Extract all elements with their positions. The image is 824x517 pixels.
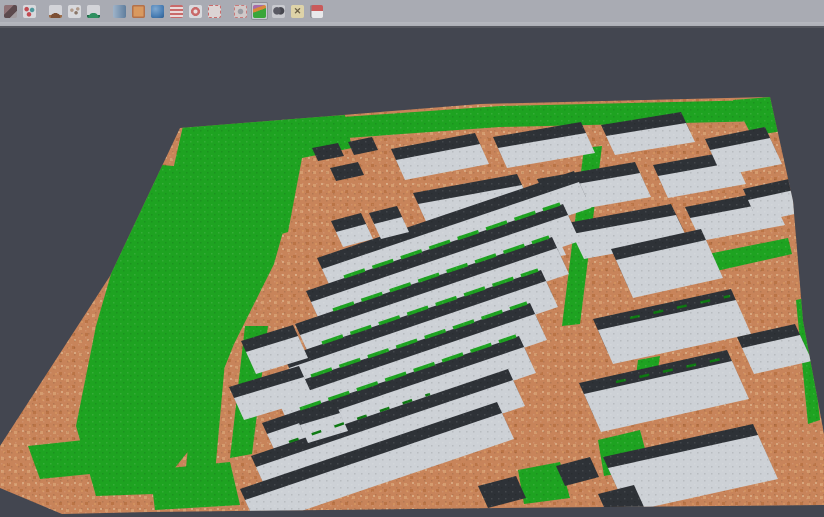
dem-brown-icon	[49, 5, 62, 18]
cameras-icon	[272, 5, 285, 18]
point-cloud-icon[interactable]	[2, 2, 19, 20]
selection-brackets-icon[interactable]	[206, 2, 223, 20]
toolbar-separator	[40, 2, 45, 20]
toolbar-separator	[104, 2, 109, 20]
markers-icon[interactable]	[21, 2, 38, 20]
classified-view-icon	[253, 5, 266, 18]
grain-overlay	[0, 28, 824, 517]
texture-square-icon[interactable]	[130, 2, 147, 20]
red-layers-icon[interactable]	[168, 2, 185, 20]
target-circle-icon[interactable]	[187, 2, 204, 20]
markers-icon	[23, 5, 36, 18]
toolbar: ✕	[0, 0, 824, 22]
terrain-model	[0, 28, 824, 517]
selection-brackets-icon	[208, 5, 221, 18]
texture-square-icon	[132, 5, 145, 18]
region-box-icon	[234, 5, 247, 18]
sparse-cloud-icon[interactable]	[66, 2, 83, 20]
red-layers-icon	[170, 5, 183, 18]
sparse-cloud-icon	[68, 5, 81, 18]
prism-model-icon[interactable]	[111, 2, 128, 20]
disabled-markers-icon: ✕	[291, 5, 304, 18]
flag-icon	[310, 5, 323, 18]
point-cloud-icon	[4, 5, 17, 18]
toolbar-separator	[225, 2, 230, 20]
region-box-icon[interactable]	[232, 2, 249, 20]
dem-green-icon	[87, 5, 100, 18]
globe-icon[interactable]	[149, 2, 166, 20]
flag-icon[interactable]	[308, 2, 325, 20]
dem-green-icon[interactable]	[85, 2, 102, 20]
dem-brown-icon[interactable]	[47, 2, 64, 20]
disabled-markers-icon[interactable]: ✕	[289, 2, 306, 20]
prism-model-icon	[113, 5, 126, 18]
application-window: ✕	[0, 0, 824, 517]
3d-model-render	[0, 28, 824, 517]
classified-view-icon[interactable]	[251, 2, 268, 20]
cameras-icon[interactable]	[270, 2, 287, 20]
globe-icon	[151, 5, 164, 18]
target-circle-icon	[189, 5, 202, 18]
3d-viewport[interactable]	[0, 28, 824, 517]
